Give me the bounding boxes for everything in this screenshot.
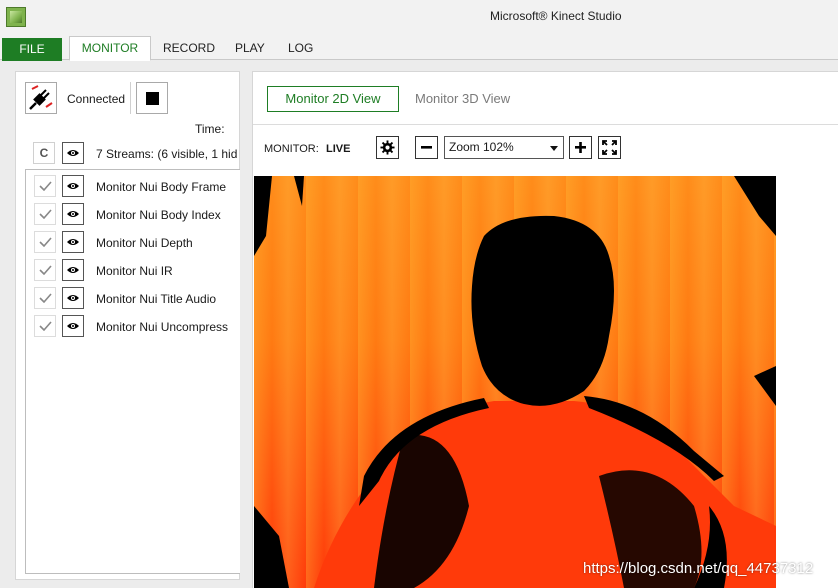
gear-icon [380,140,395,155]
stream-visibility-button[interactable] [62,287,84,309]
stream-row[interactable]: Monitor Nui Depth [26,228,240,256]
checkmark-icon [39,181,52,191]
stream-row[interactable]: Monitor Nui IR [26,256,240,284]
stream-visibility-button[interactable] [62,231,84,253]
tab-log[interactable]: LOG [288,37,313,60]
tab-monitor-2d-view[interactable]: Monitor 2D View [267,86,399,112]
view-divider [253,124,838,125]
stream-visibility-button[interactable] [62,203,84,225]
checkmark-icon [39,209,52,219]
streams-summary: 7 Streams: (6 visible, 1 hid [96,147,238,161]
tab-record[interactable]: RECORD [163,37,215,60]
stream-name: Monitor Nui IR [96,264,173,278]
stream-row[interactable]: Monitor Nui Uncompress [26,312,240,340]
stream-visibility-button[interactable] [62,315,84,337]
eye-icon [67,323,79,329]
eye-icon [67,267,79,273]
connection-status: Connected [67,92,126,106]
depth-silhouette [254,176,776,588]
toolbar-divider [130,82,131,114]
chevron-down-icon [550,146,558,151]
watermark: https://blog.csdn.net/qq_44737312 [583,560,814,577]
monitor-mode-label: MONITOR: [264,143,319,155]
stream-list: Monitor Nui Body Frame Monitor Nui Body … [25,169,240,574]
stream-select-checkbox[interactable] [34,231,56,253]
stream-name: Monitor Nui Body Frame [96,180,227,194]
checkmark-icon [39,321,52,331]
stream-select-checkbox[interactable] [34,287,56,309]
streams-panel: Connected Time: C 7 Streams: (6 visible,… [15,71,240,580]
zoom-value: Zoom 102% [449,140,514,154]
clear-button[interactable]: C [33,142,55,164]
stop-button[interactable] [136,82,168,114]
tab-file[interactable]: FILE [2,38,62,61]
eye-icon [67,211,79,217]
kinect-studio-app-icon[interactable] [6,7,26,27]
title-bar: Microsoft® Kinect Studio [0,0,838,33]
depth-image-view[interactable] [254,176,776,588]
stream-visibility-button[interactable] [62,175,84,197]
stream-row[interactable]: Monitor Nui Body Frame [26,172,240,200]
minus-icon [421,146,432,149]
stream-name: Monitor Nui Depth [96,236,193,250]
stream-select-checkbox[interactable] [34,259,56,281]
checkmark-icon [39,293,52,303]
zoom-in-button[interactable] [569,136,592,159]
plus-icon [575,142,586,153]
eye-icon [67,295,79,301]
zoom-out-button[interactable] [415,136,438,159]
fullscreen-button[interactable] [598,136,621,159]
stream-select-checkbox[interactable] [34,315,56,337]
stream-name: Monitor Nui Body Index [96,208,221,222]
window-title: Microsoft® Kinect Studio [490,9,622,23]
eye-icon [67,150,79,156]
toggle-all-visibility-button[interactable] [62,142,84,164]
stream-name: Monitor Nui Title Audio [96,292,217,306]
monitor-panel: Monitor 2D View Monitor 3D View MONITOR:… [252,71,838,588]
zoom-dropdown[interactable]: Zoom 102% [444,136,564,159]
view-settings-button[interactable] [376,136,399,159]
menu-bar: FILE MONITOR RECORD PLAY LOG [0,33,838,61]
eye-icon [67,183,79,189]
checkmark-icon [39,237,52,247]
stream-row[interactable]: Monitor Nui Body Index [26,200,240,228]
monitor-mode-value: LIVE [326,143,351,155]
time-label: Time: [195,122,225,136]
tab-monitor[interactable]: MONITOR [69,36,151,61]
tab-play[interactable]: PLAY [235,37,265,60]
connect-button[interactable] [25,82,57,114]
checkmark-icon [39,265,52,275]
tab-monitor-3d-view[interactable]: Monitor 3D View [415,91,510,106]
stream-name: Monitor Nui Uncompress [96,320,229,334]
stream-select-checkbox[interactable] [34,175,56,197]
stream-select-checkbox[interactable] [34,203,56,225]
stream-visibility-button[interactable] [62,259,84,281]
stream-row[interactable]: Monitor Nui Title Audio [26,284,240,312]
fullscreen-icon [602,140,617,155]
eye-icon [67,239,79,245]
kinect-plug-icon [29,85,53,110]
